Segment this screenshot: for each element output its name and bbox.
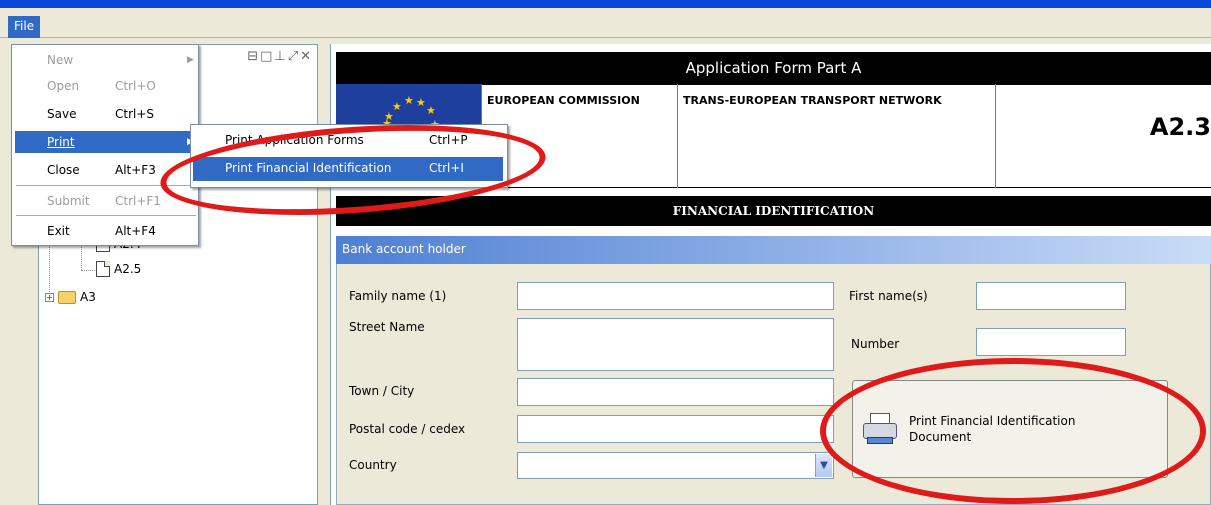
town-city-label: Town / City <box>349 384 415 398</box>
expand-icon[interactable]: + <box>45 292 54 302</box>
number-input[interactable] <box>976 328 1126 356</box>
postal-code-label: Postal code / cedex <box>349 422 466 436</box>
family-name-label: Family name (1) <box>349 289 447 303</box>
street-name-input[interactable] <box>517 318 834 371</box>
menu-item-open[interactable]: Open Ctrl+O <box>15 75 195 97</box>
postal-code-input[interactable] <box>517 415 834 443</box>
group-title: Bank account holder <box>336 236 1211 264</box>
annotation-circle <box>820 358 1206 504</box>
country-select[interactable]: ▼ <box>517 452 834 479</box>
tree-node-label: A2.5 <box>114 262 142 276</box>
file-menu-dropdown: New ▶ Open Ctrl+O Save Ctrl+S Print ▶ Cl… <box>11 44 199 246</box>
menu-item-print[interactable]: Print ▶ <box>15 131 195 153</box>
menu-item-new[interactable]: New ▶ <box>15 49 195 71</box>
first-names-input[interactable] <box>976 282 1126 310</box>
form-header-title: Application Form Part A <box>336 52 1211 84</box>
number-label: Number <box>851 337 900 351</box>
tree-node-a3[interactable]: + A3 <box>45 290 96 304</box>
section-title: FINANCIAL IDENTIFICATION <box>336 196 1211 226</box>
folder-icon <box>58 290 76 304</box>
town-city-input[interactable] <box>517 378 834 406</box>
menu-item-exit[interactable]: Exit Alt+F4 <box>15 220 195 242</box>
menu-separator <box>16 215 196 216</box>
tree-node-a2-5[interactable]: A2.5 <box>96 261 141 277</box>
title-bar <box>0 0 1211 8</box>
country-label: Country <box>349 458 397 472</box>
submenu-arrow-icon: ▶ <box>187 55 194 65</box>
street-name-label: Street Name <box>349 320 425 334</box>
chevron-down-icon[interactable]: ▼ <box>815 454 832 477</box>
document-icon <box>96 261 110 277</box>
tree-node-label: A3 <box>80 290 96 304</box>
menu-item-save[interactable]: Save Ctrl+S <box>15 103 195 125</box>
org-ten-t: TRANS-EUROPEAN TRANSPORT NETWORK <box>677 84 995 188</box>
tree-panel-toolbar[interactable]: ⊟□⊥⤢✕ <box>247 49 313 64</box>
family-name-input[interactable] <box>517 282 834 310</box>
menu-file[interactable]: File <box>8 16 41 38</box>
form-code: A2.3 <box>995 84 1211 188</box>
first-names-label: First name(s) <box>849 289 928 303</box>
tree-connector <box>81 270 95 271</box>
menu-bar: File <box>0 8 1211 38</box>
panel-splitter[interactable] <box>318 44 330 505</box>
